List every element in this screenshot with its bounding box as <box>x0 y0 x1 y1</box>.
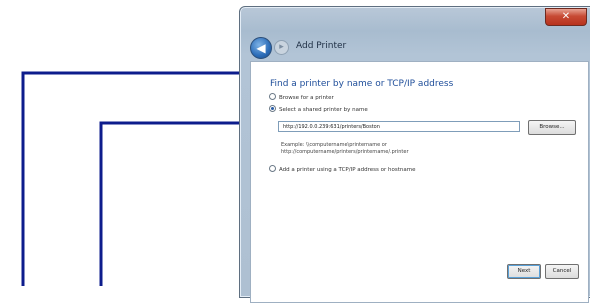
cancel-button[interactable]: Cancel <box>545 264 579 279</box>
window-title: Add Printer <box>296 41 347 51</box>
forward-arrow-icon: ▸ <box>279 42 284 52</box>
option-shared-by-name-label: Select a shared printer by name <box>279 107 368 113</box>
option-tcpip-label: Add a printer using a TCP/IP address or … <box>279 167 416 173</box>
printer-path-input[interactable]: http://192.0.0.239:631/printers/Boston <box>278 121 520 132</box>
forward-button[interactable]: ▸ <box>274 40 289 55</box>
option-tcpip[interactable]: Add a printer using a TCP/IP address or … <box>269 165 416 173</box>
example-line-2: http://computername/printers/printername… <box>281 149 409 155</box>
example-text: Example: \\computername\printername or h… <box>281 142 409 156</box>
back-button[interactable]: ◀ <box>250 37 272 59</box>
browse-button[interactable]: Browse... <box>528 120 576 135</box>
example-line-1: Example: \\computername\printername or <box>281 142 387 148</box>
radio-shared-by-name[interactable] <box>269 105 276 112</box>
add-printer-dialog: ✕ ◀ ▸ Add Printer Find a printer by name… <box>239 6 590 303</box>
radio-browse[interactable] <box>269 93 276 100</box>
option-shared-by-name[interactable]: Select a shared printer by name <box>269 105 368 113</box>
option-browse[interactable]: Browse for a printer <box>269 93 334 101</box>
next-button[interactable]: Next <box>507 264 541 279</box>
close-button[interactable]: ✕ <box>545 8 587 26</box>
callout-arrow-heading <box>21 61 269 286</box>
radio-tcpip[interactable] <box>269 165 276 172</box>
wizard-content: Find a printer by name or TCP/IP address… <box>250 61 589 303</box>
title-bar: ✕ <box>240 7 590 31</box>
option-browse-label: Browse for a printer <box>279 95 334 101</box>
navigation-bar: ◀ ▸ Add Printer <box>240 33 590 61</box>
back-arrow-icon: ◀ <box>256 41 266 55</box>
close-icon: ✕ <box>561 11 571 22</box>
page-heading: Find a printer by name or TCP/IP address <box>270 79 454 89</box>
